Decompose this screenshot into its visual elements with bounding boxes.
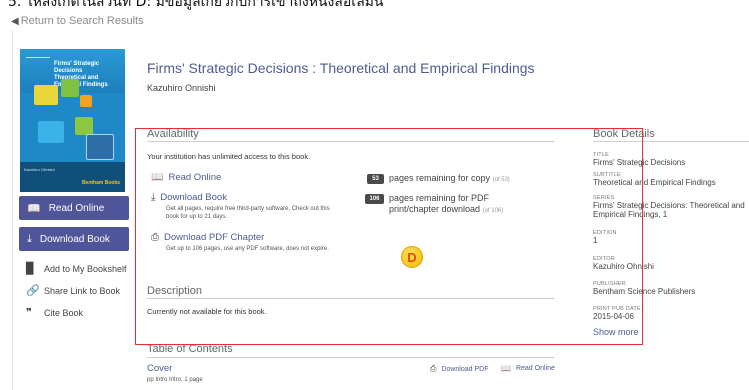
cover-title: Firms' Strategic Decisions	[54, 61, 100, 74]
book-icon: 📖	[501, 364, 511, 373]
toc-download-pdf-link[interactable]: ⎙ Download PDF	[430, 364, 488, 374]
arrow-left-icon: ◀	[11, 16, 19, 27]
book-author: Kazuhiro Onnishi	[147, 83, 216, 93]
add-to-bookshelf-link[interactable]: ▉ Add to My Bookshelf	[26, 262, 127, 275]
annotation-highlight-box	[135, 128, 643, 345]
toc-divider	[147, 357, 555, 358]
bookshelf-add-icon: ▉	[26, 263, 35, 275]
quote-icon: ❞	[26, 307, 32, 319]
cite-book-link[interactable]: ❞ Cite Book	[26, 306, 83, 319]
read-online-button[interactable]: 📖 Read Online	[19, 196, 129, 220]
book-cover: Firms' Strategic Decisions Theoretical an…	[20, 49, 125, 192]
return-to-search-link[interactable]: ◀ Return to Search Results	[11, 15, 144, 27]
publisher-logo: Bentham Books	[81, 180, 120, 186]
share-link-to-book[interactable]: 🔗 Share Link to Book	[26, 284, 120, 297]
download-icon: ⤓	[27, 232, 32, 245]
toc-read-online-link[interactable]: 📖 Read Online	[501, 364, 555, 373]
download-book-button[interactable]: ⤓ Download Book	[19, 227, 129, 251]
toc-item-cover[interactable]: Cover	[147, 363, 172, 374]
left-divider	[12, 30, 13, 390]
top-caption: 5. ให้สังเกตในส่วนที่ D: มีข้อมูลเกี่ยวก…	[0, 0, 749, 11]
toc-item-meta: pp Intro Intro; 1 page	[147, 377, 203, 383]
printer-icon: ⎙	[430, 364, 437, 373]
link-icon: 🔗	[26, 285, 40, 297]
book-title: Firms' Strategic Decisions : Theoretical…	[147, 60, 535, 76]
annotation-marker-d: D	[401, 246, 423, 268]
book-icon: 📖	[27, 202, 41, 215]
cover-author: Kazuhiro Ohnishi	[24, 167, 55, 172]
